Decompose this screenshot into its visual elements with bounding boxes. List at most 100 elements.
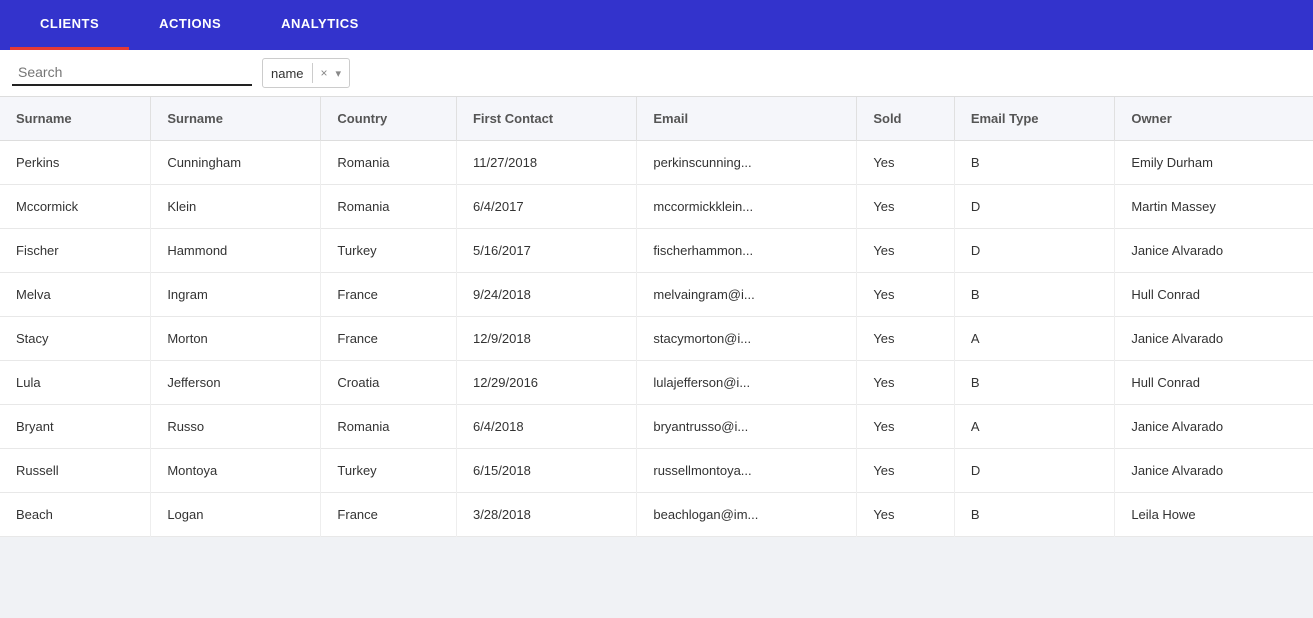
cell-4-5: Yes xyxy=(857,317,955,361)
cell-0-5: Yes xyxy=(857,141,955,185)
chevron-down-icon[interactable]: ▾ xyxy=(336,67,342,80)
clients-table: Surname Surname Country First Contact Em… xyxy=(0,97,1313,537)
cell-1-1: Klein xyxy=(151,185,321,229)
cell-1-0: Mccormick xyxy=(0,185,151,229)
cell-8-0: Beach xyxy=(0,493,151,537)
table-body: PerkinsCunninghamRomania11/27/2018perkin… xyxy=(0,141,1313,537)
cell-3-7: Hull Conrad xyxy=(1115,273,1313,317)
col-header-country: Country xyxy=(321,97,457,141)
filter-pill: name × ▾ xyxy=(262,58,350,88)
cell-0-3: 11/27/2018 xyxy=(456,141,636,185)
cell-7-3: 6/15/2018 xyxy=(456,449,636,493)
pill-divider xyxy=(312,63,313,83)
header-row: Surname Surname Country First Contact Em… xyxy=(0,97,1313,141)
cell-1-3: 6/4/2017 xyxy=(456,185,636,229)
cell-3-4: melvaingram@i... xyxy=(637,273,857,317)
cell-6-1: Russo xyxy=(151,405,321,449)
cell-8-5: Yes xyxy=(857,493,955,537)
cell-7-4: russellmontoya... xyxy=(637,449,857,493)
cell-6-5: Yes xyxy=(857,405,955,449)
cell-6-6: A xyxy=(954,405,1115,449)
cell-3-6: B xyxy=(954,273,1115,317)
col-header-surname2: Surname xyxy=(151,97,321,141)
cell-3-3: 9/24/2018 xyxy=(456,273,636,317)
cell-0-6: B xyxy=(954,141,1115,185)
cell-5-4: lulajefferson@i... xyxy=(637,361,857,405)
cell-1-6: D xyxy=(954,185,1115,229)
table-row[interactable]: PerkinsCunninghamRomania11/27/2018perkin… xyxy=(0,141,1313,185)
cell-7-2: Turkey xyxy=(321,449,457,493)
col-header-first-contact: First Contact xyxy=(456,97,636,141)
cell-6-3: 6/4/2018 xyxy=(456,405,636,449)
cell-1-7: Martin Massey xyxy=(1115,185,1313,229)
col-header-sold: Sold xyxy=(857,97,955,141)
table-row[interactable]: MelvaIngramFrance9/24/2018melvaingram@i.… xyxy=(0,273,1313,317)
cell-8-1: Logan xyxy=(151,493,321,537)
cell-8-4: beachlogan@im... xyxy=(637,493,857,537)
table-row[interactable]: LulaJeffersonCroatia12/29/2016lulajeffer… xyxy=(0,361,1313,405)
cell-0-2: Romania xyxy=(321,141,457,185)
table-row[interactable]: FischerHammondTurkey5/16/2017fischerhamm… xyxy=(0,229,1313,273)
filter-value: name xyxy=(271,66,304,81)
cell-7-6: D xyxy=(954,449,1115,493)
cell-6-0: Bryant xyxy=(0,405,151,449)
cell-1-5: Yes xyxy=(857,185,955,229)
cell-2-2: Turkey xyxy=(321,229,457,273)
cell-3-0: Melva xyxy=(0,273,151,317)
tab-actions[interactable]: ACTIONS xyxy=(129,0,251,50)
cell-3-1: Ingram xyxy=(151,273,321,317)
cell-6-4: bryantrusso@i... xyxy=(637,405,857,449)
col-header-surname1: Surname xyxy=(0,97,151,141)
cell-4-4: stacymorton@i... xyxy=(637,317,857,361)
cell-4-6: A xyxy=(954,317,1115,361)
table-row[interactable]: RussellMontoyaTurkey6/15/2018russellmont… xyxy=(0,449,1313,493)
clients-table-container: Surname Surname Country First Contact Em… xyxy=(0,97,1313,537)
cell-8-3: 3/28/2018 xyxy=(456,493,636,537)
search-filter-bar: name × ▾ xyxy=(0,50,1313,97)
col-header-email-type: Email Type xyxy=(954,97,1115,141)
cell-0-0: Perkins xyxy=(0,141,151,185)
tab-clients[interactable]: CLIENTS xyxy=(10,0,129,50)
cell-2-3: 5/16/2017 xyxy=(456,229,636,273)
cell-4-3: 12/9/2018 xyxy=(456,317,636,361)
cell-5-1: Jefferson xyxy=(151,361,321,405)
cell-3-5: Yes xyxy=(857,273,955,317)
cell-5-2: Croatia xyxy=(321,361,457,405)
table-row[interactable]: StacyMortonFrance12/9/2018stacymorton@i.… xyxy=(0,317,1313,361)
cell-4-2: France xyxy=(321,317,457,361)
cell-0-1: Cunningham xyxy=(151,141,321,185)
tab-analytics[interactable]: ANALYTICS xyxy=(251,0,389,50)
cell-5-0: Lula xyxy=(0,361,151,405)
cell-5-5: Yes xyxy=(857,361,955,405)
cell-3-2: France xyxy=(321,273,457,317)
table-header: Surname Surname Country First Contact Em… xyxy=(0,97,1313,141)
cell-0-4: perkinscunning... xyxy=(637,141,857,185)
cell-8-2: France xyxy=(321,493,457,537)
cell-2-1: Hammond xyxy=(151,229,321,273)
cell-5-6: B xyxy=(954,361,1115,405)
cell-2-4: fischerhammon... xyxy=(637,229,857,273)
cell-2-5: Yes xyxy=(857,229,955,273)
search-input[interactable] xyxy=(12,60,252,86)
col-header-email: Email xyxy=(637,97,857,141)
cell-6-7: Janice Alvarado xyxy=(1115,405,1313,449)
top-nav: CLIENTS ACTIONS ANALYTICS xyxy=(0,0,1313,50)
close-icon[interactable]: × xyxy=(321,66,328,80)
cell-2-7: Janice Alvarado xyxy=(1115,229,1313,273)
cell-4-0: Stacy xyxy=(0,317,151,361)
cell-1-2: Romania xyxy=(321,185,457,229)
cell-4-7: Janice Alvarado xyxy=(1115,317,1313,361)
cell-7-1: Montoya xyxy=(151,449,321,493)
cell-5-3: 12/29/2016 xyxy=(456,361,636,405)
cell-0-7: Emily Durham xyxy=(1115,141,1313,185)
col-header-owner: Owner xyxy=(1115,97,1313,141)
cell-5-7: Hull Conrad xyxy=(1115,361,1313,405)
table-row[interactable]: BryantRussoRomania6/4/2018bryantrusso@i.… xyxy=(0,405,1313,449)
cell-4-1: Morton xyxy=(151,317,321,361)
table-row[interactable]: BeachLoganFrance3/28/2018beachlogan@im..… xyxy=(0,493,1313,537)
cell-7-7: Janice Alvarado xyxy=(1115,449,1313,493)
table-row[interactable]: MccormickKleinRomania6/4/2017mccormickkl… xyxy=(0,185,1313,229)
cell-8-7: Leila Howe xyxy=(1115,493,1313,537)
cell-7-0: Russell xyxy=(0,449,151,493)
cell-2-0: Fischer xyxy=(0,229,151,273)
